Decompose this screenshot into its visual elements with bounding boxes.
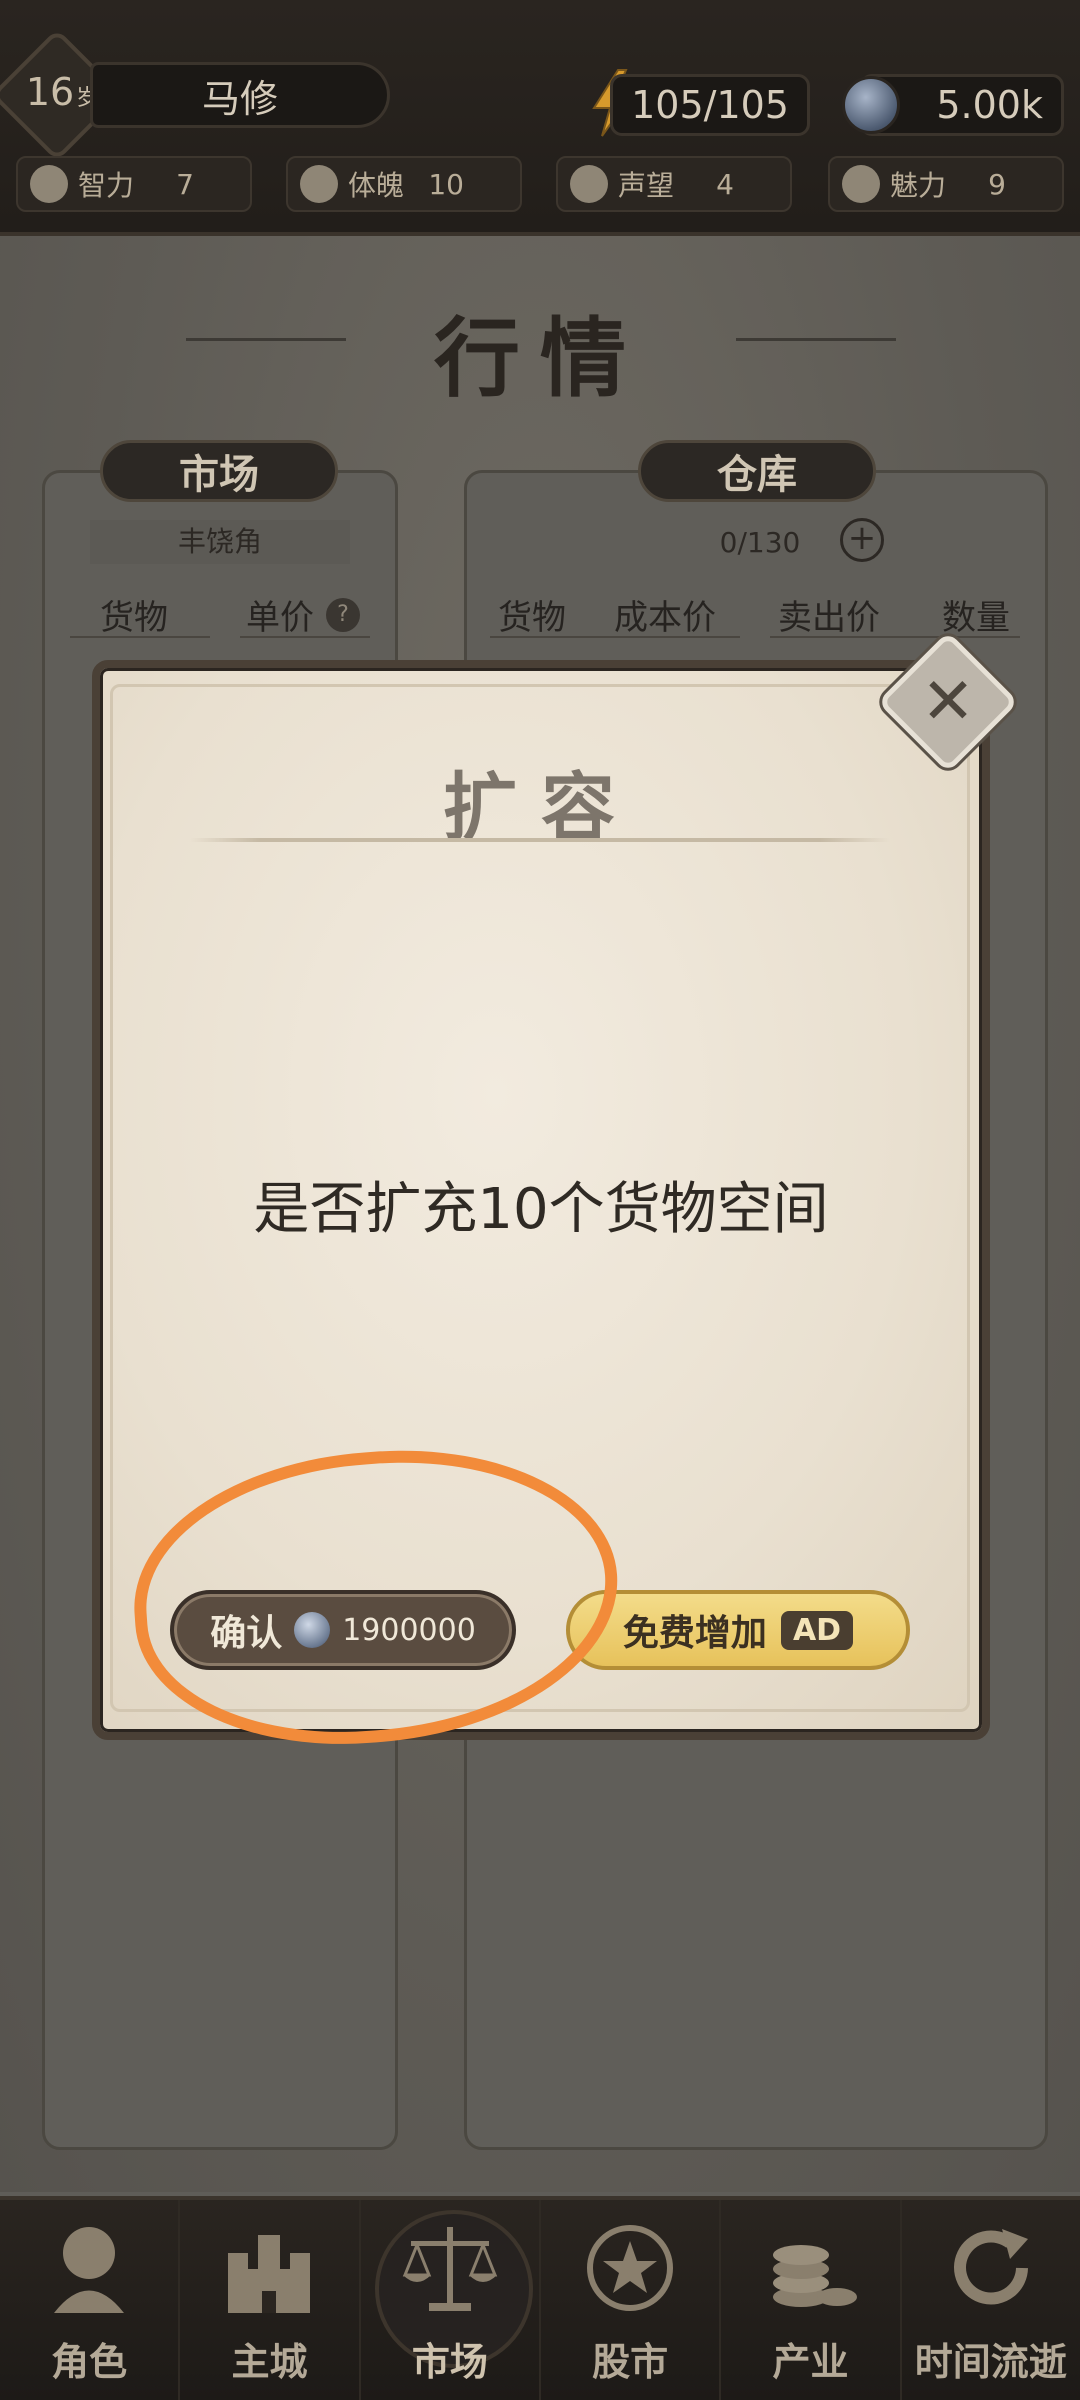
confirm-button[interactable]: 确认 1900000: [170, 1590, 516, 1670]
energy-counter[interactable]: 105/105: [610, 74, 810, 136]
column-underline: [770, 636, 1020, 638]
nav-stocks[interactable]: 股市: [541, 2200, 722, 2400]
nav-city[interactable]: 主城: [180, 2200, 361, 2400]
refresh-icon: [953, 2229, 1028, 2305]
ad-badge: AD: [780, 1610, 854, 1650]
stat-intelligence[interactable]: 智力 7: [16, 156, 252, 212]
silver-coin-icon: [294, 1612, 331, 1648]
brain-icon: [30, 165, 68, 203]
column-underline: [240, 636, 370, 638]
stat-value: 10: [428, 167, 464, 201]
dialog-message: 是否扩充10个货物空间: [253, 1177, 829, 1242]
help-icon[interactable]: ?: [326, 598, 360, 632]
muscle-icon: [300, 165, 338, 203]
storage-col-goods: 货物: [498, 598, 566, 638]
storage-col-sell: 卖出价: [778, 598, 880, 638]
expand-storage-button[interactable]: +: [840, 518, 884, 562]
page-title: 行情: [434, 308, 646, 409]
stat-label: 魅力: [890, 169, 947, 202]
nav-label: 产业: [772, 2339, 849, 2384]
laurel-icon: [570, 165, 608, 203]
bottom-navigation: 角色 主城 市场 股市 产业 时间流逝: [0, 2196, 1080, 2400]
market-col-price: 单价: [246, 598, 314, 638]
stat-label: 智力: [78, 169, 135, 202]
market-col-goods: 货物: [100, 598, 168, 638]
nav-label: 时间流逝: [914, 2339, 1067, 2384]
storage-tab[interactable]: 仓库: [638, 440, 876, 502]
nav-time-pass[interactable]: 时间流逝: [902, 2200, 1080, 2400]
stat-value: 7: [176, 167, 194, 201]
player-name[interactable]: 马修: [90, 62, 390, 128]
stat-label: 声望: [618, 169, 675, 202]
stat-value: 4: [716, 167, 734, 201]
dialog-title-divider: [190, 838, 890, 842]
nav-market[interactable]: 市场: [361, 2200, 541, 2400]
confirm-price: 1900000: [342, 1612, 476, 1648]
nav-industry[interactable]: 产业: [721, 2200, 902, 2400]
stat-value: 9: [988, 167, 1006, 201]
coins-icon: [773, 2245, 858, 2307]
storage-col-cost: 成本价: [614, 598, 716, 638]
stat-charm[interactable]: 魅力 9: [828, 156, 1064, 212]
free-add-button[interactable]: 免费增加 AD: [566, 1590, 910, 1670]
storage-capacity-value: 0/130: [719, 525, 801, 559]
column-underline: [490, 636, 740, 638]
nav-label: 主城: [231, 2339, 308, 2384]
silver-coin-icon: [842, 76, 900, 134]
stock-icon: [587, 2225, 674, 2311]
stat-reputation[interactable]: 声望 4: [556, 156, 792, 212]
nav-label: 角色: [51, 2339, 128, 2384]
market-tab[interactable]: 市场: [100, 440, 338, 502]
market-location: 丰饶角: [90, 520, 350, 564]
character-icon: [54, 2227, 125, 2313]
storage-col-qty: 数量: [942, 598, 1010, 638]
age-value: 16: [25, 70, 75, 114]
castle-icon: [228, 2235, 311, 2313]
free-add-label: 免费增加: [622, 1613, 767, 1654]
heart-icon: [842, 165, 880, 203]
nav-label: 市场: [411, 2339, 488, 2384]
stat-label: 体魄: [348, 169, 405, 202]
scales-icon: [402, 2227, 498, 2311]
column-underline: [70, 636, 210, 638]
close-icon[interactable]: ✕: [898, 652, 998, 752]
stat-physique[interactable]: 体魄 10: [286, 156, 522, 212]
storage-capacity: 0/130: [560, 520, 960, 564]
confirm-label: 确认: [210, 1613, 283, 1654]
nav-label: 股市: [592, 2339, 669, 2384]
nav-character[interactable]: 角色: [0, 2200, 181, 2400]
